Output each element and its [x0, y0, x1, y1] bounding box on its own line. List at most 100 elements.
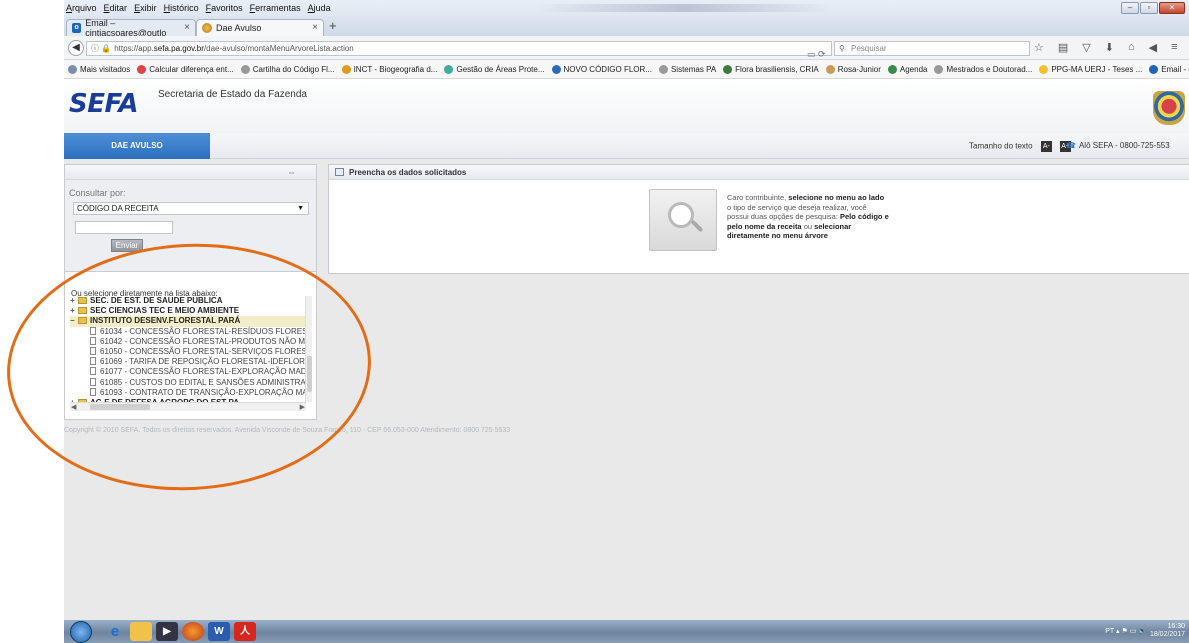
coat-of-arms-icon	[1153, 91, 1185, 125]
url-prefix: https://app.	[114, 44, 154, 53]
address-bar[interactable]: ⓘ 🔒 https://app.sefa.pa.gov.br/dae-avulso…	[86, 41, 832, 59]
bookmark-label: Agenda	[899, 64, 928, 74]
url-host: sefa.pa.gov.br	[153, 44, 204, 53]
sefa-logo[interactable]: SEFA	[69, 89, 139, 119]
leaf-icon	[444, 64, 454, 74]
menu-ferramentas[interactable]: Ferramentas	[250, 3, 301, 13]
email-icon	[1149, 64, 1159, 74]
bookmark-item[interactable]: Gestão de Áreas Prote...	[444, 64, 545, 74]
word-icon[interactable]: W	[208, 622, 230, 641]
menu-ajuda[interactable]: Ajuda	[308, 3, 331, 13]
globe-icon	[934, 64, 944, 74]
font-size-control: Tamanho do texto A- A+	[969, 141, 1072, 152]
bookmark-item[interactable]: Calcular diferença ent...	[137, 64, 234, 74]
search-placeholder: Pesquisar	[851, 44, 887, 53]
bookmark-item[interactable]: Flora brasiliensis, CRIA	[723, 64, 819, 74]
close-tab-icon[interactable]: ×	[312, 22, 318, 33]
globe-icon	[658, 64, 668, 74]
magnifier-icon	[649, 189, 717, 251]
font-size-label: Tamanho do texto	[969, 141, 1033, 151]
instruction-text: Caro contribuinte, selecione no menu ao …	[727, 193, 889, 241]
tab-dae-label: Dae Avulso	[216, 23, 262, 33]
windows-taskbar: e ▶ W 人 PT ▴ ⚑ ▭ 🔈 16:30 18/02/2017	[64, 620, 1189, 643]
search-icon: ⚲	[839, 44, 845, 53]
folder-icon	[68, 64, 77, 74]
bookmark-item[interactable]: Cartilha do Código Fl...	[240, 64, 335, 74]
menu-favoritos[interactable]: Favoritos	[206, 3, 243, 13]
collapse-arrows-icon[interactable]: ⇔	[287, 167, 296, 177]
chevron-down-icon: ▼	[297, 205, 304, 212]
plant-icon	[723, 64, 733, 74]
clock-date: 18/02/2017	[1149, 631, 1185, 638]
bookmark-item[interactable]: NOVO CÓDIGO FLOR...	[551, 64, 652, 74]
clock[interactable]: 16:30 18/02/2017	[1150, 623, 1185, 639]
bookmark-item[interactable]: Email - cintia soares - ...	[1149, 64, 1189, 74]
back-arrow-icon[interactable]: ◀	[68, 40, 84, 56]
bookmark-label: Mais visitados	[80, 64, 131, 74]
ppg-icon	[1039, 64, 1049, 74]
menu-hamburger-icon[interactable]: ≡	[1171, 41, 1177, 54]
bookmark-label: Rosa-Junior	[837, 64, 881, 74]
bookmark-item[interactable]: PPG-MA UERJ - Teses ...	[1039, 64, 1143, 74]
send-icon[interactable]: ◀	[1149, 41, 1157, 54]
bookmark-label: Sistemas PA	[670, 64, 717, 74]
language-indicator[interactable]: PT	[1105, 628, 1114, 635]
alo-sefa-link[interactable]: ☎ Alô SEFA - 0800-725-553	[1066, 141, 1170, 150]
menu-historico[interactable]: Histórico	[164, 3, 199, 13]
explorer-folder-icon[interactable]	[130, 622, 152, 641]
acrobat-icon[interactable]: 人	[234, 622, 256, 641]
calendar-icon	[887, 64, 897, 74]
pocket-icon[interactable]: ▽	[1082, 41, 1090, 54]
tab-bar: o Email – cintiacsoares@outlo × Dae Avul…	[64, 16, 1189, 38]
download-icon[interactable]: ⬇	[1105, 41, 1114, 54]
menu-editar[interactable]: Editar	[104, 3, 128, 13]
tab-dae-avulso[interactable]: Dae Avulso ×	[196, 19, 324, 36]
bookmark-item[interactable]: Mestrados e Doutorad...	[934, 64, 1032, 74]
results-header-label: Preencha os dados solicitados	[349, 168, 467, 177]
menu-exibir[interactable]: Exibir	[134, 3, 157, 13]
bookmark-item[interactable]: INCT - Biogeografia d...	[341, 64, 438, 74]
start-button[interactable]	[70, 621, 92, 643]
consultar-label: Consultar por:	[69, 188, 126, 198]
font-decrease-button[interactable]: A-	[1040, 141, 1052, 152]
bookmark-label: INCT - Biogeografia d...	[353, 64, 438, 74]
media-player-icon[interactable]: ▶	[156, 622, 178, 641]
firefox-icon[interactable]	[182, 622, 204, 641]
magnifier-handle	[690, 219, 704, 233]
code-input[interactable]	[75, 221, 173, 234]
bookmark-item[interactable]: Agenda	[887, 64, 928, 74]
search-input[interactable]: ⚲ Pesquisar	[834, 41, 1030, 56]
bookmarks-bar: Mais visitados Calcular diferença ent...…	[64, 60, 1189, 79]
magnifier-lens	[668, 202, 694, 228]
minimize-button[interactable]: –	[1121, 2, 1139, 14]
calculator-icon	[137, 64, 147, 74]
clock-time: 16:30	[1167, 623, 1185, 630]
tab-email[interactable]: o Email – cintiacsoares@outlo ×	[66, 18, 196, 38]
toolbar-icons: ☆ ▤ ▽ ⬇ ⌂ ◀ ≡	[1034, 41, 1178, 54]
close-window-button[interactable]: ✕	[1159, 2, 1185, 14]
form-icon	[335, 168, 344, 176]
bookmark-label: Gestão de Áreas Prote...	[456, 64, 545, 74]
home-icon[interactable]: ⌂	[1128, 41, 1135, 54]
maximize-button[interactable]: ▫	[1140, 2, 1158, 14]
consultar-select[interactable]: CÓDIGO DA RECEITA ▼	[73, 202, 309, 215]
bookmark-star-icon[interactable]: ☆	[1034, 41, 1044, 54]
bookmark-item[interactable]: Rosa-Junior	[825, 64, 881, 74]
close-tab-icon[interactable]: ×	[184, 22, 190, 33]
bookmark-label: PPG-MA UERJ - Teses ...	[1051, 64, 1143, 74]
results-header: Preencha os dados solicitados	[329, 165, 1189, 180]
tab-dae-avulso-nav[interactable]: DAE AVULSO	[64, 133, 210, 159]
header-title: Secretaria de Estado da Fazenda	[158, 89, 307, 100]
ie-icon[interactable]: e	[104, 622, 126, 641]
bookmark-label: Calcular diferença ent...	[149, 64, 234, 74]
url-path: /dae-avulso/montaMenuArvoreLista.action	[203, 44, 354, 53]
lock-icon: ⓘ 🔒	[91, 44, 112, 53]
menu-arquivo[interactable]: Arquivo	[66, 3, 97, 13]
hint-text: ou	[801, 221, 815, 231]
globe-icon	[240, 64, 250, 74]
bookmark-item[interactable]: Mais visitados	[68, 64, 131, 74]
new-tab-icon[interactable]: +	[329, 18, 337, 33]
reading-list-icon[interactable]: ▤	[1058, 41, 1068, 54]
tab-email-label: Email – cintiacsoares@outlo	[85, 18, 167, 38]
bookmark-item[interactable]: Sistemas PA	[658, 64, 717, 74]
